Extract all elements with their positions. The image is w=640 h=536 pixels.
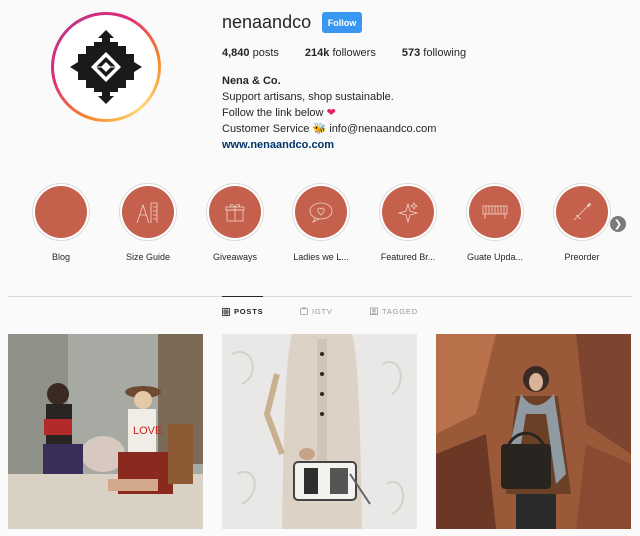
post-thumbnail[interactable] bbox=[436, 334, 631, 529]
follow-button[interactable]: Follow bbox=[322, 12, 362, 33]
website-link[interactable]: www.nenaandco.com bbox=[222, 137, 436, 153]
heart-speech-icon bbox=[309, 202, 333, 223]
profile-username: nenaandco bbox=[222, 12, 312, 32]
tab-igtv[interactable]: IGTV bbox=[300, 296, 333, 326]
highlight-blog[interactable]: Blog bbox=[21, 183, 101, 262]
gift-icon bbox=[225, 203, 245, 222]
chevron-right-icon[interactable]: ❯ bbox=[610, 216, 626, 232]
following-stat[interactable]: 573 following bbox=[402, 47, 466, 59]
highlight-size-guide[interactable]: Size Guide bbox=[108, 183, 188, 262]
highlight-giveaways[interactable]: Giveaways bbox=[195, 183, 275, 262]
post-image: LOVE bbox=[8, 334, 203, 529]
weaving-icon bbox=[482, 205, 508, 219]
profile-bio: Nena & Co. Support artisans, shop sustai… bbox=[222, 73, 436, 153]
profile-avatar[interactable] bbox=[51, 12, 161, 122]
story-highlights: Blog Size Guide Giveaways Ladies we L... bbox=[0, 183, 640, 273]
profile-stats: 4,840 posts 214k followers 573 following bbox=[222, 47, 492, 59]
bee-icon: 🐝 bbox=[312, 123, 327, 135]
bio-line: Support artisans, shop sustainable. bbox=[222, 91, 394, 103]
heart-icon: ❤ bbox=[326, 107, 336, 119]
followers-stat[interactable]: 214k followers bbox=[305, 47, 376, 59]
bio-name: Nena & Co. bbox=[222, 75, 281, 87]
size-guide-icon bbox=[136, 202, 158, 224]
svg-text:LOVE: LOVE bbox=[133, 425, 162, 437]
nena-logo-icon bbox=[70, 30, 142, 104]
post-grid: LOVE bbox=[8, 334, 631, 529]
bio-line: Customer Service 🐝 info@nenaandco.com bbox=[222, 123, 437, 135]
sparkles-icon bbox=[397, 202, 419, 224]
tab-posts[interactable]: POSTS bbox=[222, 296, 264, 326]
highlight-featured[interactable]: Featured Br... bbox=[368, 183, 448, 262]
post-image bbox=[436, 334, 631, 529]
post-thumbnail[interactable]: LOVE bbox=[8, 334, 203, 529]
posts-stat[interactable]: 4,840 posts bbox=[222, 47, 279, 59]
post-image bbox=[222, 334, 417, 529]
grid-icon bbox=[222, 307, 230, 316]
profile-tabs: POSTS IGTV TAGGED bbox=[0, 296, 640, 326]
post-thumbnail[interactable] bbox=[222, 334, 417, 529]
tag-icon bbox=[370, 307, 378, 315]
tv-icon bbox=[300, 307, 308, 315]
highlight-ladies[interactable]: Ladies we L... bbox=[281, 183, 361, 262]
bio-line: Follow the link below ❤ bbox=[222, 107, 336, 119]
needle-icon bbox=[573, 203, 591, 221]
highlight-guate[interactable]: Guate Upda... bbox=[455, 183, 535, 262]
tab-tagged[interactable]: TAGGED bbox=[370, 296, 418, 326]
